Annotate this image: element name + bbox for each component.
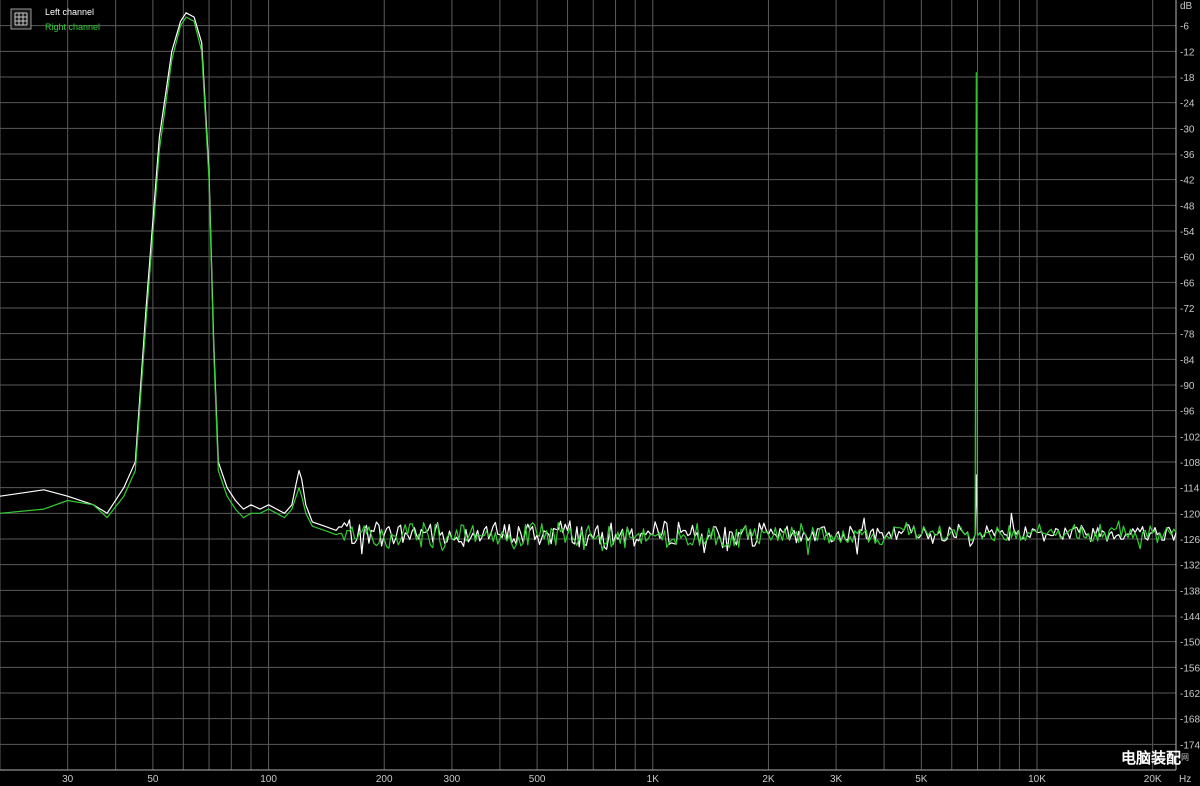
y-tick-label: -144 xyxy=(1180,612,1200,623)
y-tick-label: -84 xyxy=(1180,355,1195,366)
y-tick-label: -102 xyxy=(1180,432,1200,443)
x-tick-label: 20K xyxy=(1144,774,1162,785)
watermark-main: 电脑装配 xyxy=(1121,749,1181,767)
y-tick-label: -30 xyxy=(1180,124,1195,135)
y-tick-label: -48 xyxy=(1180,201,1195,212)
y-tick-label: -156 xyxy=(1180,663,1200,674)
chart-legend-grid-icon xyxy=(10,8,32,30)
y-tick-label: -24 xyxy=(1180,99,1195,110)
y-tick-label: -150 xyxy=(1180,638,1200,649)
y-tick-label: -108 xyxy=(1180,458,1200,469)
y-tick-label: -138 xyxy=(1180,586,1200,597)
legend-right-channel: Right channel xyxy=(45,22,100,32)
y-tick-label: -78 xyxy=(1180,330,1195,341)
y-tick-label: -72 xyxy=(1180,304,1195,315)
y-unit-label: dB xyxy=(1180,1,1193,12)
spectrum-chart: -6 -12 -18 -24 -30 -36 -42 -48 -54 -60 -66 -72 -78 -8… xyxy=(0,0,1200,786)
y-tick-label: -42 xyxy=(1180,176,1195,187)
x-tick-label: 2K xyxy=(762,774,775,785)
y-tick-label: -126 xyxy=(1180,535,1200,546)
y-tick-label: -174 xyxy=(1180,740,1200,751)
watermark: 电脑装配 网 xyxy=(1121,749,1189,767)
y-tick-label: -96 xyxy=(1180,407,1195,418)
watermark-small: 网 xyxy=(1181,753,1189,762)
x-tick-label: 10K xyxy=(1028,774,1046,785)
y-tick-label: -18 xyxy=(1180,73,1195,84)
x-tick-label: 1K xyxy=(647,774,660,785)
x-tick-label: 100 xyxy=(260,774,277,785)
y-tick-label: -114 xyxy=(1180,484,1200,495)
y-tick-label: -90 xyxy=(1180,381,1195,392)
legend-left-channel: Left channel xyxy=(45,7,94,17)
x-tick-label: 5K xyxy=(915,774,928,785)
y-tick-label: -36 xyxy=(1180,150,1195,161)
y-tick-label: -54 xyxy=(1180,227,1195,238)
y-tick-label: -12 xyxy=(1180,47,1195,58)
plot-background xyxy=(0,0,1200,786)
x-tick-label: 300 xyxy=(444,774,461,785)
x-tick-label: 30 xyxy=(62,774,74,785)
y-tick-label: -132 xyxy=(1180,561,1200,572)
y-tick-label: -66 xyxy=(1180,278,1195,289)
y-tick-label: -6 xyxy=(1180,22,1189,33)
y-tick-label: -162 xyxy=(1180,689,1200,700)
x-unit-label: Hz xyxy=(1179,774,1191,785)
y-tick-label: -60 xyxy=(1180,253,1195,264)
y-tick-label: -120 xyxy=(1180,509,1200,520)
x-tick-label: 200 xyxy=(376,774,393,785)
x-tick-label: 3K xyxy=(830,774,843,785)
y-tick-label: -168 xyxy=(1180,715,1200,726)
x-tick-label: 50 xyxy=(147,774,159,785)
x-tick-label: 500 xyxy=(529,774,546,785)
